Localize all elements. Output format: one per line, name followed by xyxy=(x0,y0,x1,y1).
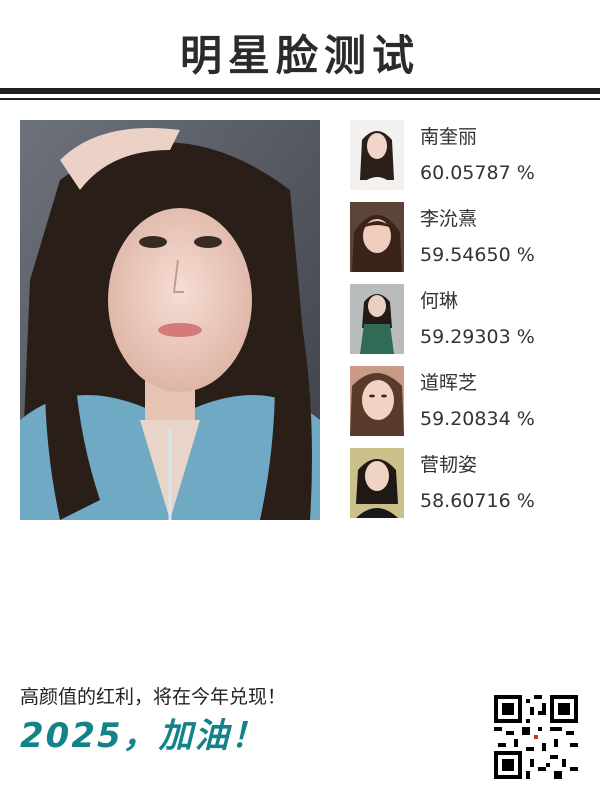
match-score: 58.60716 % xyxy=(420,490,535,512)
avatar xyxy=(350,284,404,354)
match-list: 南奎丽 60.05787 % 李沇熹 59.54650 % 何琳 59.2930… xyxy=(350,120,590,530)
match-score: 59.54650 % xyxy=(420,244,535,266)
match-score: 59.29303 % xyxy=(420,326,535,348)
title-divider-thick xyxy=(0,88,600,94)
avatar xyxy=(350,366,404,436)
tagline: 高颜值的红利，将在今年兑现！ xyxy=(20,686,287,708)
list-item: 道晖芝 59.20834 % xyxy=(350,366,590,448)
match-name: 李沇熹 xyxy=(420,208,478,230)
qr-code[interactable] xyxy=(494,695,578,779)
avatar xyxy=(350,448,404,518)
avatar xyxy=(350,120,404,190)
slogan: 2025，加油！ xyxy=(20,716,267,756)
match-score: 59.20834 % xyxy=(420,408,535,430)
match-name: 何琳 xyxy=(420,290,459,312)
match-score: 60.05787 % xyxy=(420,162,535,184)
match-name: 菅韧姿 xyxy=(420,454,478,476)
match-name: 道晖芝 xyxy=(420,372,478,394)
list-item: 李沇熹 59.54650 % xyxy=(350,202,590,284)
avatar xyxy=(350,202,404,272)
user-photo xyxy=(20,120,320,520)
page-title: 明星脸测试 xyxy=(179,31,420,80)
list-item: 菅韧姿 58.60716 % xyxy=(350,448,590,530)
list-item: 何琳 59.29303 % xyxy=(350,284,590,366)
match-name: 南奎丽 xyxy=(420,126,478,148)
list-item: 南奎丽 60.05787 % xyxy=(350,120,590,202)
title-divider-thin xyxy=(0,98,600,100)
